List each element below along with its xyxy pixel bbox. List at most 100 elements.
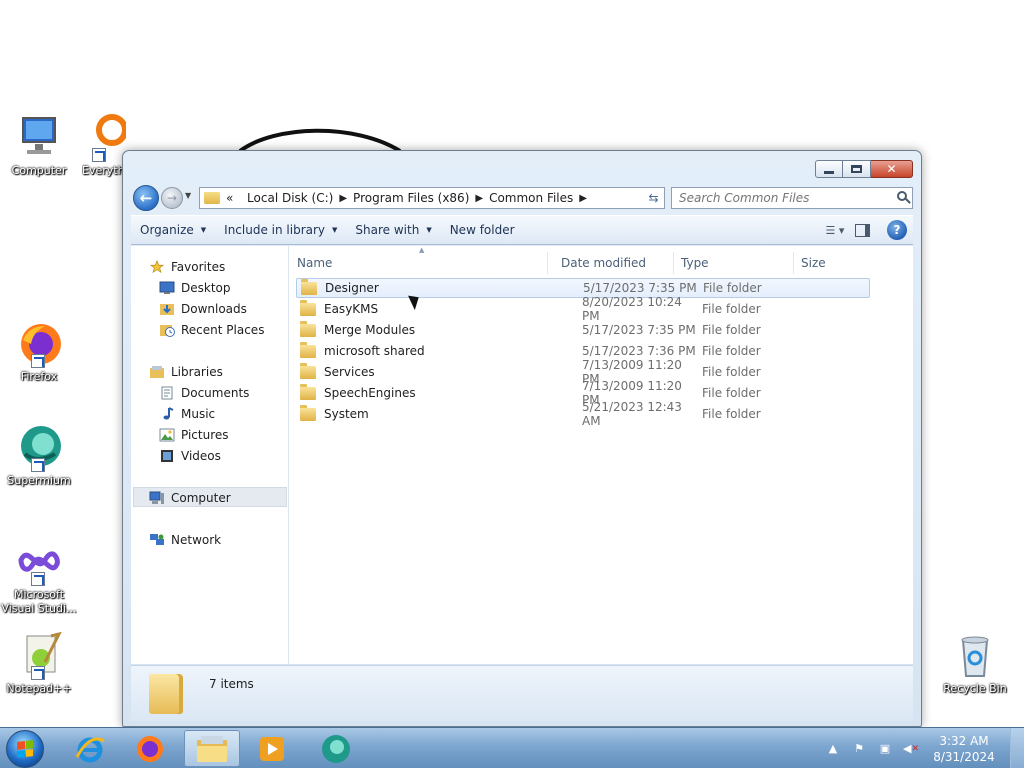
refresh-button[interactable]: ⇆ (643, 187, 665, 209)
folder-icon (300, 299, 316, 316)
recent-pages-dropdown[interactable]: ▼ (185, 191, 195, 205)
share-with-button[interactable]: Share with ▼ (346, 218, 440, 242)
taskbar-firefox[interactable] (122, 730, 178, 767)
file-row-easykms[interactable]: EasyKMS 8/20/2023 10:24 PM File folder (296, 295, 870, 323)
shortcut-arrow-icon (31, 572, 45, 586)
arrow-right-icon: → (166, 191, 178, 205)
help-button[interactable]: ? (887, 220, 907, 240)
clock-date: 8/31/2024 (933, 749, 995, 764)
start-button[interactable] (6, 730, 44, 768)
supermium-icon (15, 424, 63, 472)
windows-explorer-icon (197, 735, 227, 762)
organize-button[interactable]: Organize ▼ (131, 218, 215, 242)
chevron-down-icon: ▼ (185, 191, 192, 200)
close-button[interactable]: ✕ (871, 160, 913, 178)
volume-muted-icon[interactable]: ◀ ✕ (901, 740, 921, 758)
desktop-icon-recycle-bin[interactable]: Recycle Bin (936, 632, 1014, 696)
folder-icon (300, 383, 316, 400)
taskbar-media-player[interactable] (244, 730, 300, 767)
column-header-size[interactable]: Size (794, 252, 884, 274)
videos-icon (161, 449, 173, 462)
new-folder-button[interactable]: New folder (441, 218, 524, 242)
navigation-bar: ← → ▼ « ▶ Local Disk (C:) ▶ Program File… (131, 185, 913, 211)
desktop-icon-visual-studio[interactable]: Microsoft Visual Studi... (0, 538, 78, 616)
show-hidden-icons-button[interactable]: ▲ (823, 740, 843, 758)
breadcrumb-chevron-icon[interactable]: ▶ (579, 193, 587, 204)
shortcut-arrow-icon (31, 666, 45, 680)
folder-icon (204, 192, 220, 204)
breadcrumb-program-files-x86[interactable]: Program Files (x86) (353, 191, 469, 205)
file-row-merge-modules[interactable]: Merge Modules 5/17/2023 7:35 PM File fol… (296, 320, 870, 340)
nav-documents[interactable]: Documents (159, 382, 249, 403)
computer-icon (15, 114, 63, 162)
clock-time: 3:32 AM (939, 733, 989, 748)
chevron-down-icon: ▼ (332, 226, 338, 234)
file-row-system[interactable]: System 5/21/2023 12:43 AM File folder (296, 400, 870, 428)
nav-network[interactable]: Network (149, 529, 221, 550)
downloads-folder-icon (160, 303, 174, 315)
back-button[interactable]: ← (133, 185, 159, 211)
forward-button[interactable]: → (161, 187, 183, 209)
nav-videos[interactable]: Videos (159, 445, 221, 466)
maximize-button[interactable] (843, 160, 871, 178)
details-view-icon: ☰ ▾ (825, 223, 845, 237)
change-view-button[interactable]: ☰ ▾ (821, 219, 849, 241)
recent-places-icon (160, 324, 175, 337)
desktop-icon-notepad-plus-plus[interactable]: Notepad++ (0, 631, 78, 696)
folder-icon (300, 320, 316, 337)
shortcut-arrow-icon (31, 458, 45, 472)
close-icon: ✕ (886, 162, 897, 176)
breadcrumb-overflow[interactable]: « (226, 191, 233, 205)
address-bar[interactable]: « ▶ Local Disk (C:) ▶ Program Files (x86… (199, 187, 663, 209)
column-header-name[interactable]: Name (290, 252, 548, 274)
nav-computer[interactable]: Computer (149, 487, 231, 508)
network-tray-icon[interactable]: ▣ (875, 740, 895, 758)
libraries-icon (150, 365, 164, 378)
breadcrumb-chevron-icon[interactable]: ▶ (339, 193, 347, 204)
maximize-icon (851, 165, 862, 173)
nav-downloads[interactable]: Downloads (159, 298, 247, 319)
documents-icon (161, 386, 173, 399)
command-bar: Organize ▼ Include in library ▼ Share with… (131, 215, 913, 245)
everything-search-icon (82, 114, 126, 162)
desktop-icon-computer[interactable]: Computer (0, 114, 78, 178)
nav-recent-places[interactable]: Recent Places (159, 319, 264, 340)
taskbar-supermium[interactable] (308, 730, 364, 767)
taskbar-windows-explorer[interactable] (184, 730, 240, 767)
desktop-icon-supermium[interactable]: Supermium (0, 424, 78, 488)
column-header-date-modified[interactable]: Date modified (554, 252, 674, 274)
media-player-icon (260, 736, 284, 761)
nav-pictures[interactable]: Pictures (159, 424, 229, 445)
folder-icon (300, 404, 316, 421)
search-input[interactable] (672, 188, 882, 208)
taskbar-internet-explorer[interactable] (62, 730, 118, 767)
nav-libraries[interactable]: Libraries (149, 361, 223, 382)
chevron-down-icon: ▼ (200, 226, 207, 234)
include-in-library-button[interactable]: Include in library ▼ (215, 218, 346, 242)
minimize-button[interactable] (815, 160, 843, 178)
shortcut-arrow-icon (92, 148, 106, 162)
network-icon (150, 533, 164, 545)
clock[interactable]: 3:32 AM 8/31/2024 (924, 733, 1004, 765)
content-area: Favorites Desktop Downloads Recent Place… (131, 246, 913, 664)
show-desktop-button[interactable] (1010, 728, 1024, 768)
column-header-type[interactable]: Type (674, 252, 794, 274)
search-box[interactable] (671, 187, 913, 209)
breadcrumb-local-disk[interactable]: Local Disk (C:) (247, 191, 333, 205)
preview-pane-button[interactable] (849, 219, 875, 241)
action-center-flag-icon[interactable]: ⚑ (849, 740, 869, 758)
minimize-icon (824, 170, 834, 174)
shortcut-arrow-icon (31, 354, 45, 368)
desktop-icon-firefox[interactable]: Firefox (0, 320, 78, 384)
breadcrumb-chevron-icon[interactable]: ▶ (475, 193, 483, 204)
breadcrumb-common-files[interactable]: Common Files (489, 191, 573, 205)
desktop-icon-everything[interactable]: Everything (82, 114, 126, 178)
chevron-up-icon: ▲ (828, 742, 838, 755)
nav-desktop[interactable]: Desktop (159, 277, 231, 298)
search-icon[interactable] (897, 191, 907, 201)
explorer-window[interactable]: ✕ ← → ▼ « ▶ Local Disk (C:) ▶ Program Fi… (122, 150, 922, 727)
chevron-down-icon: ▼ (426, 226, 432, 234)
nav-favorites[interactable]: Favorites (149, 256, 225, 277)
desktop-icon (159, 281, 175, 294)
nav-music[interactable]: Music (159, 403, 215, 424)
